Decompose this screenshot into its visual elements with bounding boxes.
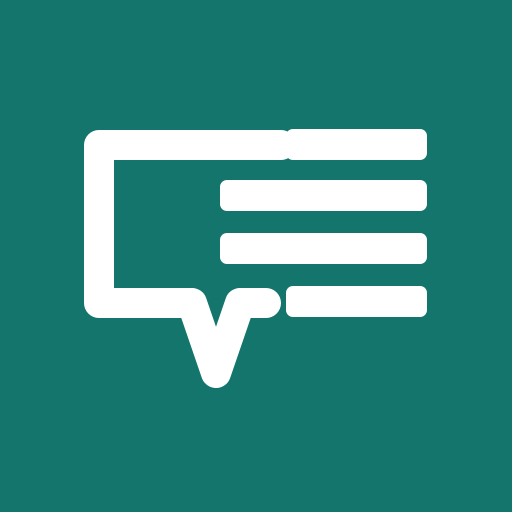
text-line-4 <box>286 286 427 317</box>
chat-bubble-text-lines-icon <box>0 0 512 512</box>
text-line-3 <box>220 233 427 264</box>
app-icon <box>0 0 512 512</box>
text-line-1 <box>286 129 427 160</box>
text-line-2 <box>220 180 427 211</box>
